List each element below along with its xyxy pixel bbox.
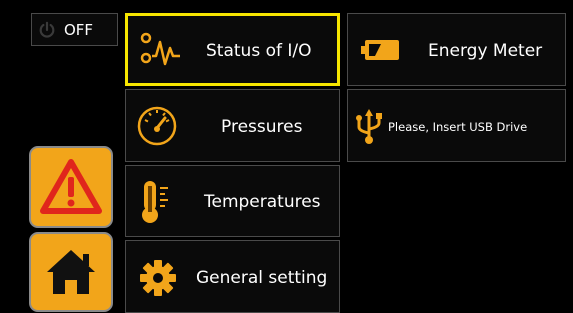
signal-wave-icon (138, 28, 182, 72)
power-label: OFF (64, 20, 94, 39)
status-io-button[interactable]: Status of I/O (125, 13, 340, 86)
usb-icon (352, 108, 386, 146)
energy-meter-label: Energy Meter (428, 41, 543, 61)
energy-meter-button[interactable]: Energy Meter (347, 13, 566, 86)
status-io-label: Status of I/O (206, 41, 312, 61)
gear-icon (136, 256, 180, 300)
usb-drive-button[interactable]: Please, Insert USB Drive (347, 89, 566, 162)
battery-icon (360, 36, 404, 64)
pressures-button[interactable]: Pressures (125, 89, 340, 162)
temperatures-label: Temperatures (204, 192, 321, 212)
hmi-screen: OFF Status of I/O Pressures Temperatures… (0, 0, 573, 313)
home-button[interactable] (29, 232, 113, 312)
thermometer-icon (135, 178, 179, 224)
pressures-label: Pressures (221, 117, 303, 137)
usb-drive-label: Please, Insert USB Drive (388, 120, 528, 134)
warning-icon (40, 159, 102, 215)
power-off-button[interactable]: OFF (31, 13, 118, 46)
general-setting-button[interactable]: General setting (125, 240, 340, 313)
alarm-button[interactable] (29, 146, 113, 228)
power-icon (38, 21, 56, 39)
temperatures-button[interactable]: Temperatures (125, 165, 340, 237)
pressure-gauge-icon (135, 104, 179, 148)
home-icon (43, 246, 99, 298)
general-setting-label: General setting (196, 268, 328, 288)
